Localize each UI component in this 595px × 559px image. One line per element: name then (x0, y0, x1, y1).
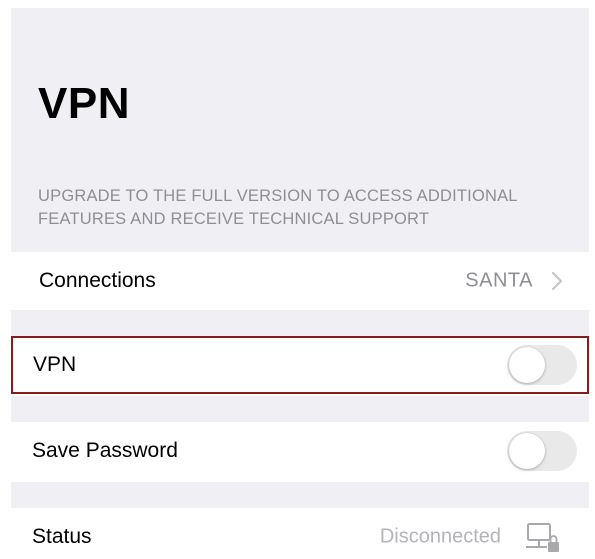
status-label: Status (32, 525, 92, 548)
status-value: Disconnected (379, 525, 501, 548)
section-divider (11, 310, 589, 336)
upgrade-notice[interactable]: UPGRADE TO THE FULL VERSION TO ACCESS AD… (38, 185, 578, 231)
section-divider (11, 482, 589, 508)
toggle-knob (509, 433, 545, 469)
network-disconnected-icon (525, 522, 561, 554)
save-password-label: Save Password (32, 439, 178, 462)
connections-row[interactable]: Connections SANTA (11, 252, 589, 310)
page-title: VPN (38, 79, 130, 128)
vpn-settings-screen: VPN UPGRADE TO THE FULL VERSION TO ACCES… (0, 0, 595, 555)
status-row: Status Disconnected (11, 508, 589, 555)
vpn-label: VPN (33, 353, 77, 376)
vpn-row: VPN (11, 336, 589, 394)
connections-value: SANTA (465, 269, 533, 292)
connections-label: Connections (39, 269, 156, 292)
chevron-right-icon (551, 271, 563, 291)
vpn-toggle[interactable] (507, 345, 577, 385)
save-password-toggle[interactable] (507, 431, 577, 471)
section-divider (11, 396, 589, 422)
toggle-knob (509, 347, 545, 383)
save-password-row: Save Password (11, 422, 589, 480)
